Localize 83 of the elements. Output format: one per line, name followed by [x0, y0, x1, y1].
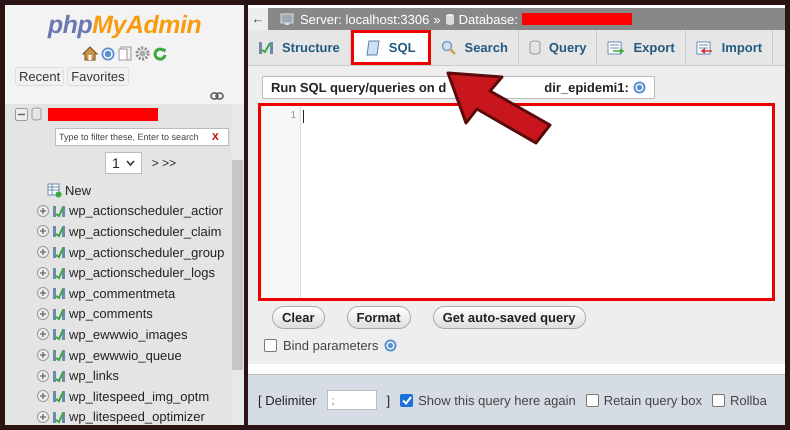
new-table-link[interactable]: New	[65, 182, 92, 198]
action-button[interactable]: Clear	[272, 306, 325, 329]
collapse-toggle-icon[interactable]	[15, 108, 28, 120]
settings-icon[interactable]	[135, 46, 150, 61]
page-select[interactable]: 1	[105, 152, 142, 174]
checkbox[interactable]	[400, 394, 414, 406]
server-icon	[280, 12, 296, 26]
tab[interactable]: SQL	[350, 30, 431, 65]
text-cursor	[303, 110, 304, 123]
legend-text: Run SQL query/queries on d	[271, 80, 446, 95]
table-link[interactable]: wp_ewwwio_images	[69, 326, 188, 342]
database-icon	[444, 12, 455, 26]
expand-toggle-icon[interactable]	[37, 328, 49, 340]
table-link[interactable]: wp_litespeed_img_optm	[69, 388, 210, 404]
action-button[interactable]: Format	[346, 306, 411, 329]
table-icon	[52, 204, 66, 218]
delimiter-field[interactable]: ;	[326, 390, 377, 410]
table-link[interactable]: wp_comments	[69, 306, 153, 322]
expand-toggle-icon[interactable]	[37, 349, 49, 362]
database-icon	[31, 107, 42, 121]
scrollbar[interactable]	[231, 104, 244, 425]
export-icon	[607, 40, 626, 54]
search-icon	[440, 40, 457, 56]
delimiter-label: [ Delimiter	[258, 392, 317, 408]
checkbox[interactable]	[712, 394, 725, 406]
next-pages-link[interactable]: > >>	[152, 156, 176, 170]
link-icon[interactable]	[210, 92, 224, 100]
refresh-icon[interactable]	[153, 46, 167, 60]
table-link[interactable]: wp_litespeed_optimizer	[69, 409, 205, 424]
expand-toggle-icon[interactable]	[37, 266, 49, 279]
help-icon[interactable]	[101, 46, 115, 60]
table-link[interactable]: wp_actionscheduler_logs	[69, 265, 215, 280]
checkbox[interactable]	[586, 394, 599, 406]
expand-toggle-icon[interactable]	[37, 287, 49, 300]
nav-button[interactable]: Favorites	[67, 67, 129, 86]
expand-toggle-icon[interactable]	[37, 308, 49, 320]
help-icon[interactable]	[384, 339, 398, 352]
expand-toggle-icon[interactable]	[37, 225, 49, 238]
expand-toggle-icon[interactable]	[37, 370, 49, 382]
table-icon	[52, 410, 66, 424]
legend-text: dir_epidemi1:	[544, 80, 629, 95]
chevron-down-icon	[126, 160, 135, 166]
table-icon	[52, 306, 66, 321]
table-icon	[52, 327, 66, 342]
table-icon	[52, 286, 66, 300]
table-link[interactable]: wp_links	[69, 368, 119, 384]
table-structure-icon	[258, 40, 274, 55]
table-icon	[52, 245, 66, 260]
table-icon	[52, 266, 66, 280]
checkbox-label: Bind parameters	[283, 338, 378, 353]
checkbox-label: Rollba	[730, 392, 767, 408]
line-number: 1	[290, 110, 296, 121]
checkbox-label: Show this query here again	[418, 392, 576, 408]
database-icon	[528, 40, 541, 55]
expand-toggle-icon[interactable]	[37, 246, 49, 258]
help-icon[interactable]	[632, 81, 646, 94]
table-icon	[52, 348, 66, 362]
table-link[interactable]: wp_actionscheduler_group	[69, 244, 224, 260]
database-link[interactable]: Database:	[458, 12, 518, 26]
checkbox-label: Retain query box	[604, 392, 702, 408]
document-icon	[364, 40, 381, 56]
expand-toggle-icon[interactable]	[37, 204, 49, 217]
expand-toggle-icon[interactable]	[37, 390, 49, 402]
table-icon	[52, 224, 66, 238]
expand-toggle-icon[interactable]	[37, 410, 49, 423]
server-link[interactable]: Server: localhost:3306	[300, 12, 430, 26]
checkbox[interactable]	[264, 339, 277, 352]
table-link[interactable]: wp_actionscheduler_actior	[69, 203, 223, 218]
table-link[interactable]: wp_ewwwio_queue	[69, 348, 182, 363]
table-icon	[52, 389, 66, 404]
nav-button[interactable]: Recent	[15, 67, 64, 86]
import-icon	[696, 40, 714, 54]
table-icon	[52, 368, 66, 383]
table-link[interactable]: wp_commentmeta	[69, 286, 176, 301]
new-table-icon	[47, 182, 62, 198]
action-button[interactable]: Get auto-saved query	[432, 306, 586, 329]
phpmyadmin-logo[interactable]: phpMyAdmin	[48, 11, 202, 40]
home-icon[interactable]	[82, 46, 98, 61]
filter-field[interactable]: Type to filter these, Enter to search X	[55, 128, 229, 146]
table-link[interactable]: wp_actionscheduler_claim	[69, 224, 222, 239]
bracket-text: ]	[386, 392, 390, 408]
document-icon[interactable]	[118, 46, 132, 61]
breadcrumb-separator: »	[433, 12, 441, 26]
